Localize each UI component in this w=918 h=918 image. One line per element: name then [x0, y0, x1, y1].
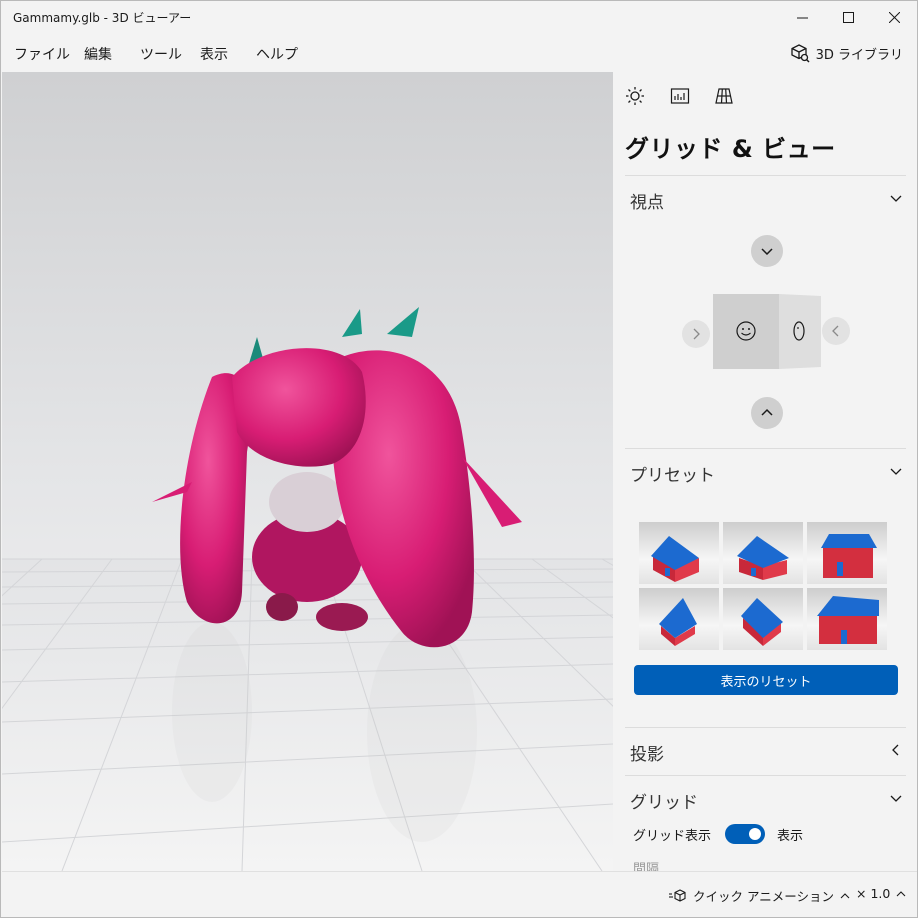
section-presets-label: プリセット — [630, 466, 715, 486]
section-viewpoint[interactable]: 視点 — [625, 184, 906, 213]
section-presets[interactable]: プリセット — [625, 457, 906, 486]
quick-animation-label: クイック アニメーション — [693, 889, 834, 904]
view-rotate-right-button[interactable] — [682, 320, 710, 348]
chevron-left-icon — [892, 744, 899, 756]
scene-canvas — [2, 307, 613, 871]
house-icon — [737, 536, 789, 580]
maximize-icon — [842, 11, 854, 23]
grid-spacing-label: 間隔 — [633, 862, 660, 871]
menu-bar: ファイル 編集 ツール 表示 ヘルプ 3D ライブラリ — [1, 33, 917, 71]
house-icon — [821, 534, 877, 578]
playback-speed-label: × 1.0 — [856, 886, 891, 901]
tab-grid-view[interactable] — [712, 84, 736, 108]
minimize-icon — [796, 17, 808, 18]
3d-viewport[interactable] — [2, 72, 613, 871]
divider — [625, 775, 906, 776]
3d-library-button[interactable]: 3D ライブラリ — [790, 41, 903, 65]
divider — [625, 175, 906, 176]
preset-view-top[interactable] — [723, 588, 803, 650]
chevron-up-icon — [896, 890, 906, 896]
view-cube[interactable] — [713, 294, 821, 369]
house-icon — [817, 596, 879, 644]
preset-view-front[interactable] — [723, 522, 803, 584]
tab-stats[interactable] — [668, 84, 692, 108]
divider — [625, 448, 906, 449]
stats-icon — [670, 88, 690, 104]
preset-view-top-left[interactable] — [639, 588, 719, 650]
playback-speed-button[interactable]: × 1.0 — [856, 886, 906, 901]
menu-help[interactable]: ヘルプ — [256, 44, 298, 64]
view-bottom-button[interactable] — [751, 397, 783, 429]
section-grid[interactable]: グリッド — [625, 784, 906, 813]
section-grid-label: グリッド — [630, 793, 698, 813]
3d-library-icon — [790, 44, 810, 63]
title-bar: Gammamy.glb - 3D ビューアー — [1, 1, 917, 33]
grid-view-icon — [715, 88, 733, 104]
chevron-down-icon — [890, 195, 902, 202]
animation-cube-icon — [669, 888, 686, 902]
side-panel: グリッド & ビュー 視点 プリセット 表示のリセット 投影 グリッド グリッド… — [614, 72, 917, 871]
window-title: Gammamy.glb - 3D ビューアー — [13, 11, 192, 25]
grid-toggle-state: 表示 — [777, 828, 804, 844]
chevron-right-icon — [693, 328, 700, 340]
panel-title: グリッド & ビュー — [625, 135, 836, 163]
chevron-up-icon — [761, 408, 773, 416]
minimize-button[interactable] — [779, 1, 825, 33]
preset-view-side[interactable] — [807, 522, 887, 584]
chevron-up-icon — [840, 892, 850, 898]
house-icon — [651, 536, 699, 582]
maximize-button[interactable] — [825, 1, 871, 33]
chevron-left-icon — [832, 325, 839, 337]
view-rotate-left-button[interactable] — [822, 317, 850, 345]
grid-display-row: グリッド表示 表示 — [633, 822, 803, 846]
tab-lighting[interactable] — [623, 84, 647, 108]
section-viewpoint-label: 視点 — [630, 193, 664, 213]
lighting-icon — [626, 87, 644, 105]
3d-library-label: 3D ライブラリ — [815, 47, 903, 63]
house-icon — [741, 598, 783, 646]
chevron-down-icon — [890, 795, 902, 802]
reset-view-button[interactable]: 表示のリセット — [634, 665, 898, 695]
app-window: Gammamy.glb - 3D ビューアー ファイル 編集 ツール 表示 ヘル… — [0, 0, 918, 918]
view-top-button[interactable] — [751, 235, 783, 267]
menu-edit[interactable]: 編集 — [84, 44, 112, 64]
chevron-down-icon — [890, 468, 902, 475]
close-icon — [888, 11, 900, 23]
section-projection[interactable]: 投影 — [625, 736, 906, 765]
menu-file[interactable]: ファイル — [14, 44, 70, 64]
preset-grid — [639, 522, 889, 652]
grid-display-label: グリッド表示 — [633, 828, 712, 844]
floor-plane — [2, 559, 613, 871]
house-icon — [659, 598, 697, 646]
quick-animation-button[interactable]: クイック アニメーション — [669, 886, 850, 905]
chevron-down-icon — [761, 248, 773, 256]
divider — [625, 727, 906, 728]
grid-display-toggle[interactable] — [725, 824, 766, 844]
close-button[interactable] — [871, 1, 917, 33]
preset-view-back[interactable] — [807, 588, 887, 650]
menu-tools[interactable]: ツール — [140, 44, 182, 64]
menu-view[interactable]: 表示 — [200, 44, 228, 64]
preset-view-front-left[interactable] — [639, 522, 719, 584]
section-projection-label: 投影 — [630, 745, 664, 765]
status-bar: クイック アニメーション × 1.0 — [2, 871, 917, 917]
